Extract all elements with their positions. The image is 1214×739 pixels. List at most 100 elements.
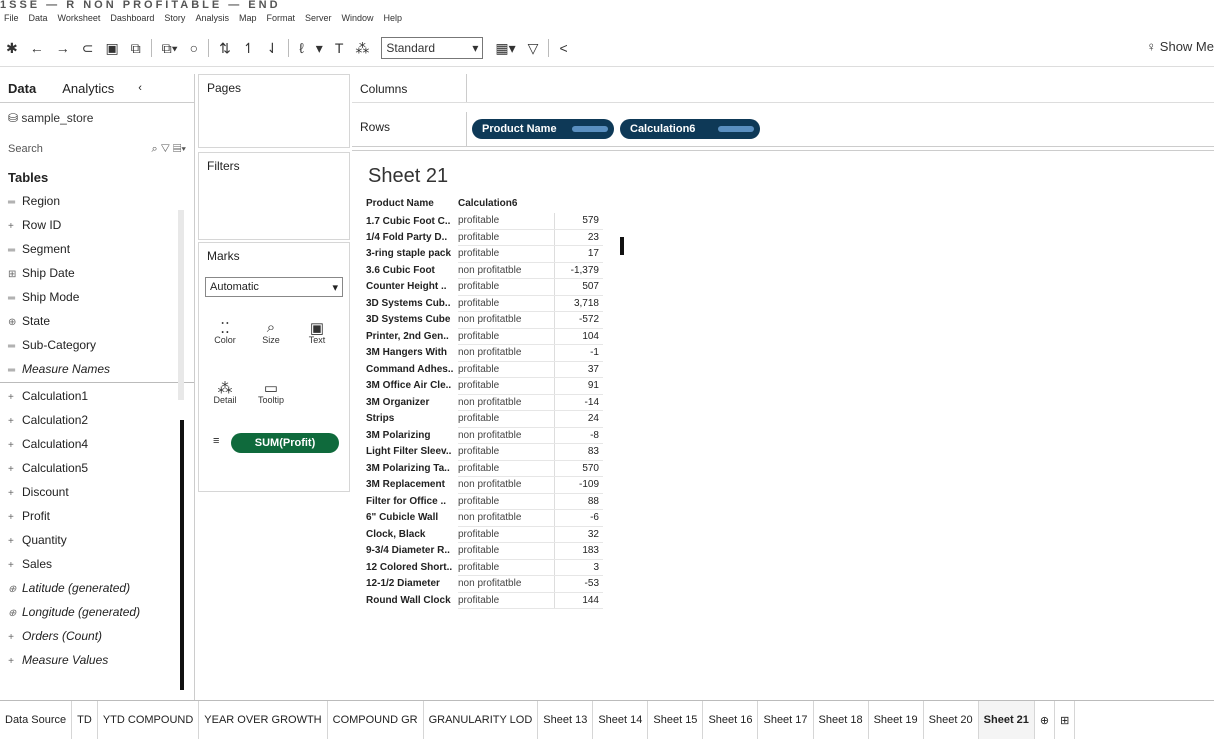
table-row[interactable]: Light Filter Sleev.. profitable 83 xyxy=(366,443,603,461)
datasource-item[interactable]: ⛁ sample_store xyxy=(0,103,194,133)
sum-profit-pill[interactable]: SUM(Profit) xyxy=(231,433,339,453)
sheet-tab[interactable]: COMPOUND GR xyxy=(328,701,424,739)
scrollbar-track[interactable] xyxy=(178,210,184,400)
show-me-button[interactable]: Show Me xyxy=(1160,39,1214,54)
pin-icon[interactable]: ♀ xyxy=(1146,39,1156,54)
field-item[interactable]: + Profit xyxy=(0,504,194,528)
table-row[interactable]: Clock, Black profitable 32 xyxy=(366,526,603,543)
sheet-tab[interactable]: Sheet 21 xyxy=(978,701,1035,739)
detail-button[interactable]: ⁂ Detail xyxy=(207,373,243,415)
table-row[interactable]: 3M Hangers With non profitatble -1 xyxy=(366,344,603,362)
presentation-icon[interactable]: ▽ xyxy=(528,40,539,57)
table-row[interactable]: 9-3/4 Diameter R.. profitable 183 xyxy=(366,542,603,560)
table-row[interactable]: 3M Replacement non profitatble -109 xyxy=(366,476,603,494)
table-row[interactable]: Printer, 2nd Gen.. profitable 104 xyxy=(366,328,603,345)
tab-data[interactable]: Data xyxy=(0,81,44,96)
duplicate-icon[interactable]: ⧉▾ xyxy=(162,40,178,57)
menu-item[interactable]: File xyxy=(4,13,19,23)
sheet-tab[interactable]: YTD COMPOUND xyxy=(98,701,200,739)
menu-item[interactable]: Format xyxy=(266,13,295,23)
scrollbar-thumb[interactable] xyxy=(620,237,624,255)
table-row[interactable]: 1/4 Fold Party D.. profitable 23 xyxy=(366,229,603,246)
share-icon[interactable]: < xyxy=(559,40,567,56)
new-datasource-icon[interactable]: ⊂ xyxy=(82,40,94,57)
sheet-tab[interactable]: Data Source xyxy=(0,701,73,739)
table-row[interactable]: 3D Systems Cube non profitatble -572 xyxy=(366,311,603,329)
rows-shelf[interactable]: Rows Product Name Calculation6 xyxy=(352,112,1214,147)
text-button[interactable]: ▣ Text xyxy=(299,313,335,355)
highlight-icon[interactable]: ℓ xyxy=(299,40,304,56)
sheet-tab[interactable]: Sheet 19 xyxy=(869,701,924,739)
field-item[interactable]: ═ Measure Names xyxy=(0,357,194,381)
sheet-tab[interactable]: Sheet 20 xyxy=(924,701,979,739)
sort-asc-icon[interactable]: ↿ xyxy=(243,40,255,57)
menu-item[interactable]: Dashboard xyxy=(110,13,154,23)
table-row[interactable]: 3M Polarizing Ta.. profitable 570 xyxy=(366,460,603,477)
save-icon[interactable]: ▣ xyxy=(105,40,118,57)
new-dashboard-icon[interactable]: ⊞ xyxy=(1055,701,1076,739)
field-item[interactable]: + Calculation2 xyxy=(0,408,194,432)
search-input[interactable]: Search xyxy=(8,143,43,156)
scrollbar-thumb[interactable] xyxy=(180,420,184,690)
new-worksheet-icon[interactable]: ⊕ xyxy=(1035,701,1056,739)
table-row[interactable]: 3M Organizer non profitatble -14 xyxy=(366,394,603,411)
table-row[interactable]: Filter for Office .. profitable 88 xyxy=(366,493,603,510)
product-name-pill[interactable]: Product Name xyxy=(472,119,614,139)
sheet-tab[interactable]: YEAR OVER GROWTH xyxy=(199,701,328,739)
table-row[interactable]: 12 Colored Short.. profitable 3 xyxy=(366,559,603,576)
table-row[interactable]: Strips profitable 24 xyxy=(366,410,603,428)
field-item[interactable]: ⊕ Longitude (generated) xyxy=(0,600,194,624)
tooltip-button[interactable]: ▭ Tooltip xyxy=(253,373,289,415)
table-row[interactable]: 3M Polarizing non profitatble -8 xyxy=(366,427,603,444)
sheet-tab[interactable]: Sheet 14 xyxy=(593,701,649,739)
field-item[interactable]: ═ Region xyxy=(0,189,194,213)
table-row[interactable]: 3M Office Air Cle.. profitable 91 xyxy=(366,377,603,395)
table-row[interactable]: 12-1/2 Diameter non profitatble -53 xyxy=(366,575,603,593)
menu-item[interactable]: Window xyxy=(342,13,374,23)
sheet-tab[interactable]: Sheet 16 xyxy=(703,701,759,739)
sheet-tab[interactable]: Sheet 15 xyxy=(648,701,704,739)
table-row[interactable]: 1.7 Cubic Foot C.. profitable 579 xyxy=(366,213,603,230)
tableau-logo-icon[interactable]: ✱ xyxy=(6,40,18,57)
field-item[interactable]: ⊕ State xyxy=(0,309,194,333)
menu-item[interactable]: Story xyxy=(164,13,185,23)
filter-icons[interactable]: ⌕ ▽ ▤▾ xyxy=(151,143,186,156)
group-icon[interactable]: ▾ xyxy=(316,40,323,57)
field-item[interactable]: + Sales xyxy=(0,552,194,576)
sheet-tab[interactable]: GRANULARITY LOD xyxy=(424,701,539,739)
sort-desc-icon[interactable]: ⇃ xyxy=(267,40,279,57)
tab-analytics[interactable]: Analytics xyxy=(44,81,138,96)
mark-type-select[interactable]: Automatic ▾ xyxy=(205,277,343,297)
color-button[interactable]: ⁚⁚ Color xyxy=(207,313,243,355)
table-row[interactable]: Counter Height .. profitable 507 xyxy=(366,278,603,296)
field-item[interactable]: + Calculation5 xyxy=(0,456,194,480)
menu-item[interactable]: Analysis xyxy=(195,13,229,23)
sheet-tab[interactable]: TD xyxy=(72,701,98,739)
table-row[interactable]: 6" Cubicle Wall non profitatble -6 xyxy=(366,509,603,527)
columns-shelf[interactable]: Columns xyxy=(352,74,1214,103)
menu-item[interactable]: Help xyxy=(384,13,403,23)
size-button[interactable]: ⌕ Size xyxy=(253,313,289,355)
collapse-icon[interactable]: ‹ xyxy=(138,82,142,94)
new-sheet-icon[interactable]: ⧉ xyxy=(131,40,141,57)
back-icon[interactable]: ← xyxy=(30,40,44,56)
field-item[interactable]: ⊞ Ship Date xyxy=(0,261,194,285)
table-row[interactable]: 3.6 Cubic Foot non profitatble -1,379 xyxy=(366,262,603,279)
field-item[interactable]: ═ Sub-Category xyxy=(0,333,194,357)
clear-icon[interactable]: ○ xyxy=(190,40,198,56)
pin-icon[interactable]: ⁂ xyxy=(355,40,369,57)
chart-icon[interactable]: ▦▾ xyxy=(495,40,515,57)
pages-shelf[interactable]: Pages xyxy=(198,74,350,148)
menu-item[interactable]: Map xyxy=(239,13,257,23)
sheet-tab[interactable]: Sheet 17 xyxy=(758,701,814,739)
field-item[interactable]: + Quantity xyxy=(0,528,194,552)
field-item[interactable]: + Orders (Count) xyxy=(0,624,194,648)
sheet-tab[interactable]: Sheet 18 xyxy=(814,701,869,739)
table-row[interactable]: Command Adhes.. profitable 37 xyxy=(366,361,603,378)
field-item[interactable]: + Measure Values xyxy=(0,648,194,672)
filters-shelf[interactable]: Filters xyxy=(198,152,350,240)
table-row[interactable]: 3D Systems Cub.. profitable 3,718 xyxy=(366,295,603,312)
field-item[interactable]: + Row ID xyxy=(0,213,194,237)
field-item[interactable]: + Calculation4 xyxy=(0,432,194,456)
table-row[interactable]: 3-ring staple pack profitable 17 xyxy=(366,245,603,263)
